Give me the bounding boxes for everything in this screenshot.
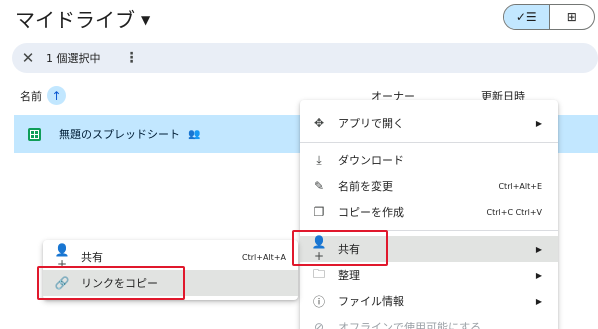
drive-page: マイドライブ ▼ ✓☰ ⊞ ✕ 1 個選択中 ⋮ 名前 ↑ オーナー 更新日時 … — [0, 0, 598, 329]
selection-count: 1 個選択中 — [46, 52, 101, 65]
move-arrows-icon: ✥ — [313, 116, 325, 130]
file-name: 無題のスプレッドシート — [59, 128, 180, 141]
column-header-name[interactable]: 名前 — [20, 88, 42, 104]
menu-item-offline[interactable]: ⊘ オフラインで使用可能にする — [300, 314, 558, 329]
more-actions-icon[interactable]: ⋮ — [125, 50, 139, 66]
grid-icon: ⊞ — [566, 10, 577, 24]
pencil-icon: ✎ — [313, 179, 325, 193]
context-menu: ✥ アプリで開く ▶ ⤓ ダウンロード ✎ 名前を変更 Ctrl+Alt+E ❐… — [300, 100, 558, 329]
my-drive-title-button[interactable]: マイドライブ ▼ — [15, 4, 150, 33]
copy-icon: ❐ — [313, 205, 325, 219]
page-title: マイドライブ — [15, 8, 135, 32]
highlight-box-share — [292, 230, 388, 266]
chevron-right-icon: ▶ — [535, 270, 542, 280]
check-list-icon: ✓☰ — [515, 10, 537, 24]
download-icon: ⤓ — [316, 152, 322, 167]
folder-icon: 🗀 — [312, 266, 325, 281]
menu-divider — [300, 142, 558, 143]
menu-item-make-copy[interactable]: ❐ コピーを作成 Ctrl+C Ctrl+V — [300, 199, 558, 225]
list-view-button[interactable]: ✓☰ — [504, 5, 550, 29]
offline-check-icon: ⊘ — [313, 320, 325, 329]
menu-item-open-with[interactable]: ✥ アプリで開く ▶ — [300, 110, 558, 136]
sort-ascending-icon[interactable]: ↑ — [47, 86, 66, 105]
clear-selection-icon[interactable]: ✕ — [14, 49, 42, 67]
chevron-right-icon: ▶ — [535, 296, 542, 306]
shared-people-icon: 👥 — [188, 128, 201, 140]
menu-item-file-info[interactable]: ⓘ ファイル情報 ▶ — [300, 288, 558, 314]
menu-item-rename[interactable]: ✎ 名前を変更 Ctrl+Alt+E — [300, 173, 558, 199]
highlight-box-copy-link — [37, 266, 185, 300]
grid-view-button[interactable]: ⊞ — [550, 5, 595, 29]
info-icon: ⓘ — [312, 294, 325, 309]
menu-item-download[interactable]: ⤓ ダウンロード — [300, 147, 558, 173]
spreadsheet-icon — [28, 127, 41, 141]
selection-bar: ✕ 1 個選択中 ⋮ — [12, 43, 598, 73]
caret-down-icon: ▼ — [141, 12, 151, 27]
chevron-right-icon: ▶ — [535, 244, 542, 254]
view-toggle: ✓☰ ⊞ — [503, 4, 595, 30]
chevron-right-icon: ▶ — [535, 118, 542, 128]
